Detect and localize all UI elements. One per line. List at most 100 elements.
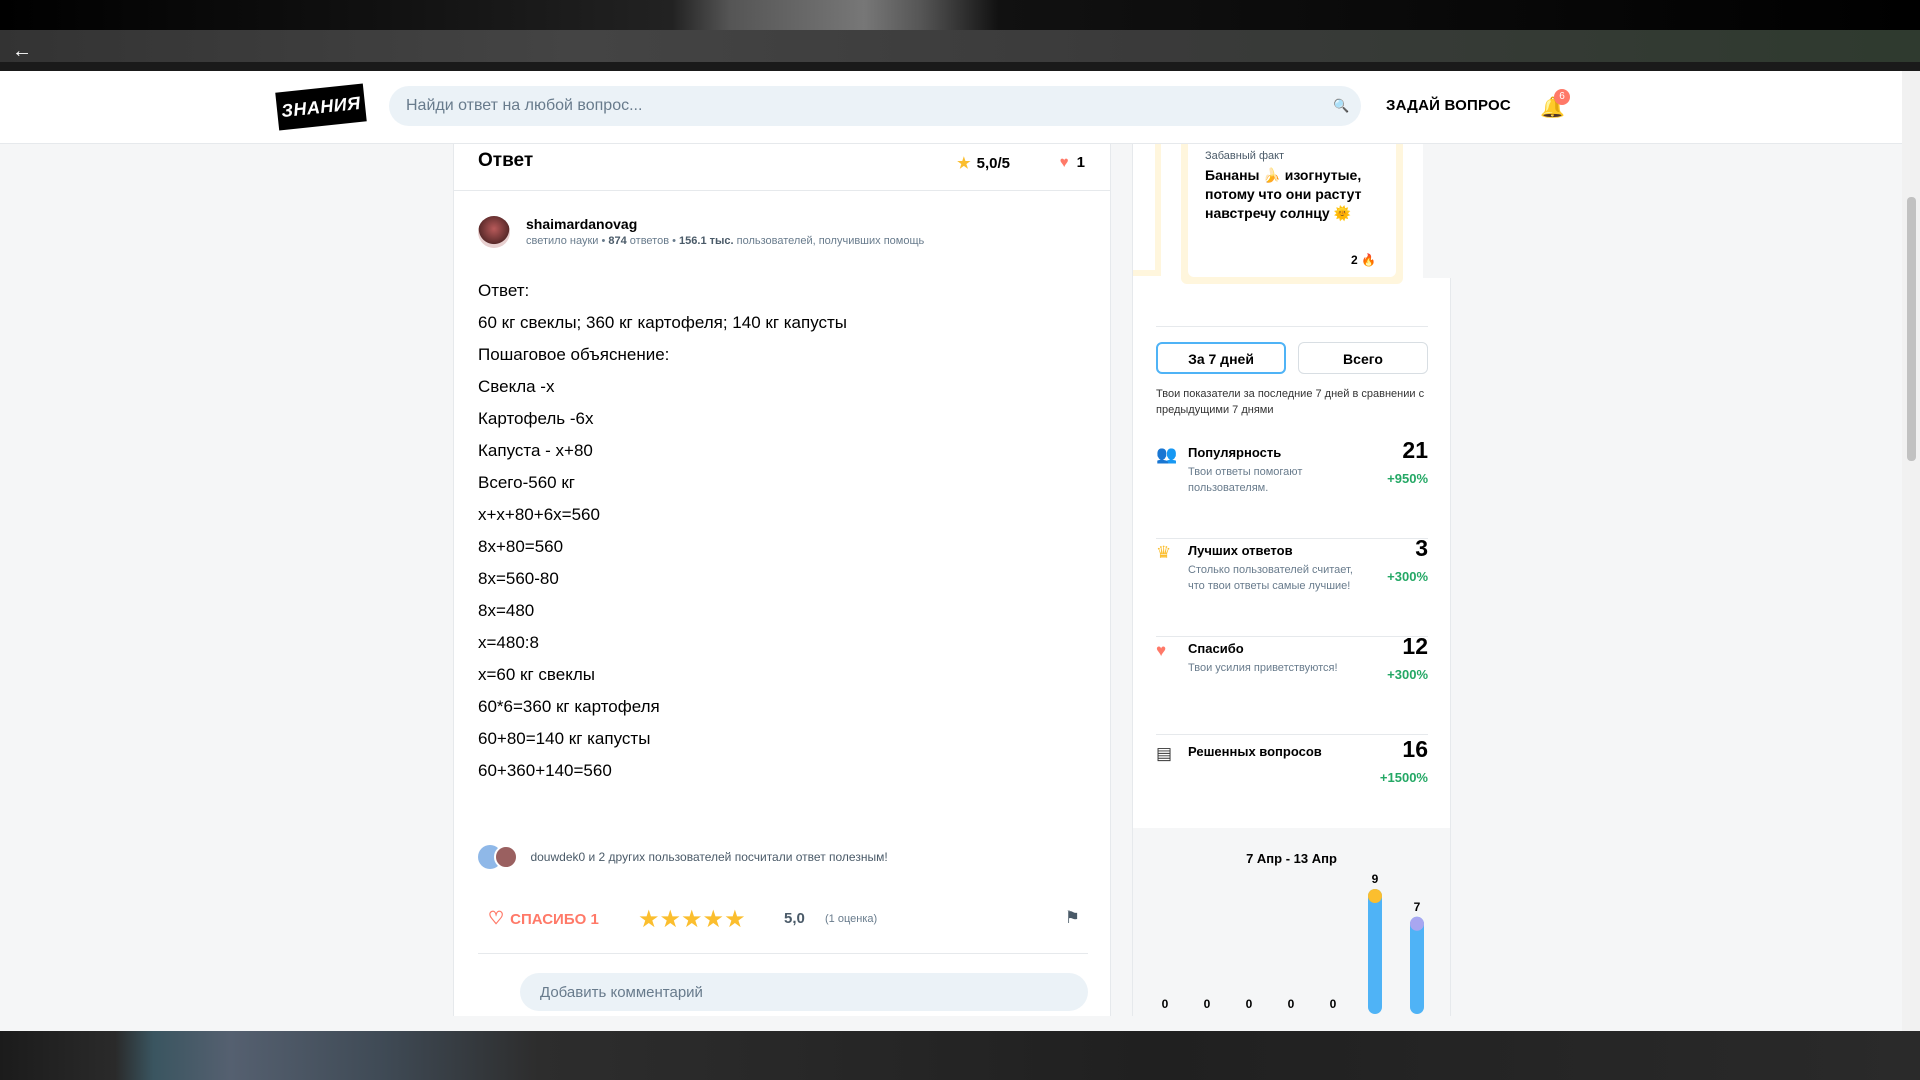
chart-bar [1368,889,1382,1014]
answer-line: х+х+80+6х=560 [478,505,600,524]
tab-week[interactable]: За 7 дней [1156,342,1286,374]
helpful-users: douwdek0 и 2 других пользователей посчит… [478,845,888,873]
stat-value: 21 [1402,437,1428,463]
helpful-text: douwdek0 и 2 других пользователей посчит… [530,850,888,864]
answer-line: Капуста - х+80 [478,441,593,460]
chart-data-label: 0 [1288,997,1295,1011]
thanks-label: СПАСИБО 1 [510,911,599,928]
comment-box[interactable] [520,973,1088,1011]
chart-data-label: 0 [1162,997,1169,1011]
stat-name: Спасибо [1188,641,1244,656]
answer-line: Всего-560 кг [478,473,575,492]
chart-bar-cap [1368,889,1382,903]
avatar[interactable] [494,845,518,869]
chart-data-label: 0 [1246,997,1253,1011]
answer-actions: ♡ СПАСИБО 1 ★★★★★ 5,0 (1 оценка) ⚑ [478,902,1088,942]
answer-line: 8х+80=560 [478,537,564,556]
search-icon[interactable]: 🔍 [1333,98,1349,113]
flag-icon[interactable]: ⚑ [1065,908,1080,928]
chart-bar-cap [1410,916,1424,931]
author-rank: светило науки [526,235,599,247]
answer-line: 60+80=140 кг капусты [478,729,651,748]
fact-reactions[interactable]: 2 🔥 [1351,253,1376,267]
stat-desc: Твои ответы помогают пользователям. [1188,466,1303,494]
answer-line: х=60 кг свеклы [478,665,595,684]
author-meta: светило науки • 874 ответов • 156.1 тыс.… [526,235,925,247]
answer-line: Картофель -6х [478,409,594,428]
scrollbar-thumb[interactable] [1907,197,1916,461]
stat-delta: +950% [1387,471,1428,486]
chart-data-label: 0 [1330,997,1337,1011]
star-icon: ★ [957,155,971,172]
answer-likes: ♥ 1 [1060,154,1085,171]
answer-line: 60*6=360 кг картофеля [478,697,660,716]
rating-score: 5,0 [784,910,805,927]
site-header: ЗНАНИЯ 🔍 ЗАДАЙ ВОПРОС 🔔 6 [0,71,1920,144]
heart-icon: ♥ [1059,154,1069,171]
stat-name: Решенных вопросов [1188,744,1322,759]
fun-fact-card: Забавный факт Бананы 🍌 изогнутые, потому… [1181,144,1403,284]
avatar[interactable] [478,216,510,248]
answer-line: 60 кг свеклы; 360 кг картофеля; 140 кг к… [478,313,848,332]
chart-bar [1410,916,1424,1014]
answer-line: Свекла -х [478,377,555,396]
answer-header: Ответ ★ 5,0/5 ♥ 1 [454,144,1110,191]
heart-outline-icon: ♡ [488,908,505,928]
browser-tab-strip [0,0,1920,30]
fact-label: Забавный факт [1205,150,1285,162]
document-icon: ▤ [1156,744,1173,763]
next-fact-card[interactable] [1423,144,1452,278]
browser-address-bar[interactable] [0,30,1920,62]
answers-label: ответов [629,235,670,247]
rating-value: 5,0/5 [976,155,1010,172]
stat-thanks: ♥ Спасибо Твои усилия приветствуются! 12… [1156,633,1428,735]
search-bar[interactable]: 🔍 [389,86,1361,126]
stat-name: Популярность [1188,445,1282,460]
tab-all[interactable]: Всего [1298,342,1428,374]
search-input[interactable] [389,86,1361,126]
author-name[interactable]: shaimardanovag [526,216,637,232]
answer-line: 60+360+140=560 [478,761,612,780]
fire-icon: 🔥 [1361,253,1376,267]
thanks-button[interactable]: ♡ СПАСИБО 1 [488,908,599,929]
comment-input[interactable] [520,973,1088,1011]
bell-icon[interactable]: 🔔 6 [1540,89,1570,119]
rating-stars[interactable]: ★★★★★ [638,905,746,934]
notification-badge: 6 [1554,89,1570,105]
stat-name: Лучших ответов [1188,543,1293,558]
stat-value: 16 [1402,736,1428,762]
prev-fact-card[interactable] [1133,144,1161,276]
rating-count: (1 оценка) [825,913,878,925]
fact-count: 2 [1351,253,1358,267]
stat-delta: +300% [1387,569,1428,584]
chart-data-label: 0 [1204,997,1211,1011]
ask-question-button[interactable]: ЗАДАЙ ВОПРОС [1386,97,1511,114]
stat-best-answers: ♛ Лучших ответов Столько пользователей с… [1156,535,1428,637]
crown-icon: ♛ [1156,543,1172,562]
period-note: Твои показатели за последние 7 дней в ср… [1156,388,1425,416]
fact-text: Бананы 🍌 изогнутые, потому что они расту… [1205,167,1362,221]
scrollbar[interactable] [1902,71,1920,1031]
heart-icon: ♥ [1156,641,1167,660]
os-taskbar [0,1031,1920,1080]
back-arrow-icon[interactable]: ← [12,40,32,63]
stat-delta: +1500% [1379,770,1428,785]
likes-value: 1 [1076,154,1085,171]
stat-delta: +300% [1387,667,1428,682]
divider [478,953,1088,954]
answer-title: Ответ [478,150,534,171]
helped-count: 156.1 тыс. [679,235,734,247]
chart-svg: 0 0 0 0 0 9 7 [1162,872,1424,1014]
browser-toolbar: ← [0,0,1920,71]
stat-value: 3 [1415,535,1428,561]
period-tabs: За 7 дней Всего [1156,342,1428,374]
answer-line: х=480:8 [478,633,539,652]
helped-label: пользователей, получивших помощь [736,235,925,247]
answer-line: Пошаговое объяснение: [478,345,670,364]
site-logo[interactable]: ЗНАНИЯ [275,83,367,131]
answers-count: 874 [608,235,627,247]
stat-value: 12 [1402,633,1428,659]
answer-line: 8х=480 [478,601,535,620]
users-icon: 👥 [1156,445,1178,464]
answer-line: 8х=560-80 [478,569,559,588]
